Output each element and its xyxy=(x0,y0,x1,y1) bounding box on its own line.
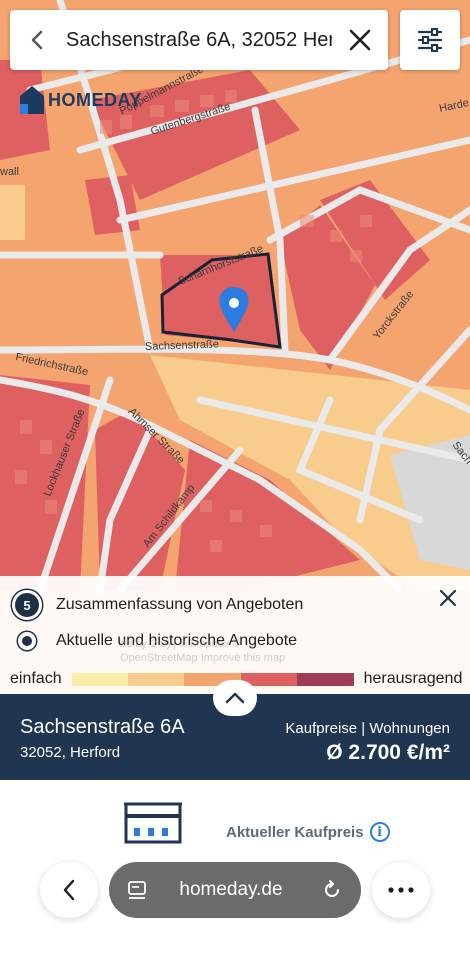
chevron-left-icon xyxy=(63,879,75,901)
homeday-logo: HOMEDAY xyxy=(20,86,142,114)
price-type: Kaufpreise | Wohnungen xyxy=(285,720,450,737)
legend-summary-row[interactable]: 5 Zusammenfassung von Angeboten xyxy=(12,590,303,620)
address-bar[interactable]: homeday.de xyxy=(109,862,361,918)
map-attribution[interactable]: de/by-2-0) | © Mapbox © xyxy=(120,638,241,650)
scale-bar xyxy=(71,672,354,686)
scale-segment xyxy=(71,672,128,686)
more-icon xyxy=(388,887,414,893)
browser-back-button[interactable] xyxy=(40,862,98,918)
current-price-heading: Aktueller Kaufpreis i xyxy=(226,822,390,842)
building-icon xyxy=(124,800,182,849)
sliders-icon xyxy=(417,28,443,52)
search-input[interactable]: Sachsenstraße 6A, 32052 Herford xyxy=(66,29,332,52)
info-icon[interactable]: i xyxy=(369,822,390,842)
current-price-label: Aktueller Kaufpreis xyxy=(226,823,364,841)
reload-icon[interactable] xyxy=(321,879,343,901)
street-label: wall xyxy=(0,166,19,178)
close-icon[interactable] xyxy=(332,10,388,70)
more-options-button[interactable] xyxy=(372,862,430,918)
summary-count-badge: 5 xyxy=(12,590,42,620)
address-line1: Sachsenstraße 6A xyxy=(20,716,185,738)
scale-segment xyxy=(297,672,354,686)
price-value: Ø 2.700 €/m² xyxy=(326,741,450,764)
search-bar: Sachsenstraße 6A, 32052 Herford xyxy=(10,10,388,70)
map-attribution-links[interactable]: OpenStreetMap Improve this map xyxy=(120,652,285,664)
expand-button[interactable] xyxy=(213,680,257,716)
filter-button[interactable] xyxy=(400,10,460,70)
house-icon xyxy=(20,86,44,114)
chevron-up-icon xyxy=(225,692,245,704)
scale-segment xyxy=(128,672,185,686)
scale-low-label: einfach xyxy=(10,670,62,687)
offer-dot-icon xyxy=(12,626,42,656)
address-line2: 32052, Herford xyxy=(20,744,121,761)
back-arrow-icon[interactable] xyxy=(10,10,66,70)
url-text[interactable]: homeday.de xyxy=(141,879,321,901)
summary-label: Zusammenfassung von Angeboten xyxy=(56,596,304,613)
logo-text: HOMEDAY xyxy=(48,89,142,110)
legend-close-icon[interactable] xyxy=(434,584,462,612)
scale-high-label: herausragend xyxy=(363,670,463,687)
